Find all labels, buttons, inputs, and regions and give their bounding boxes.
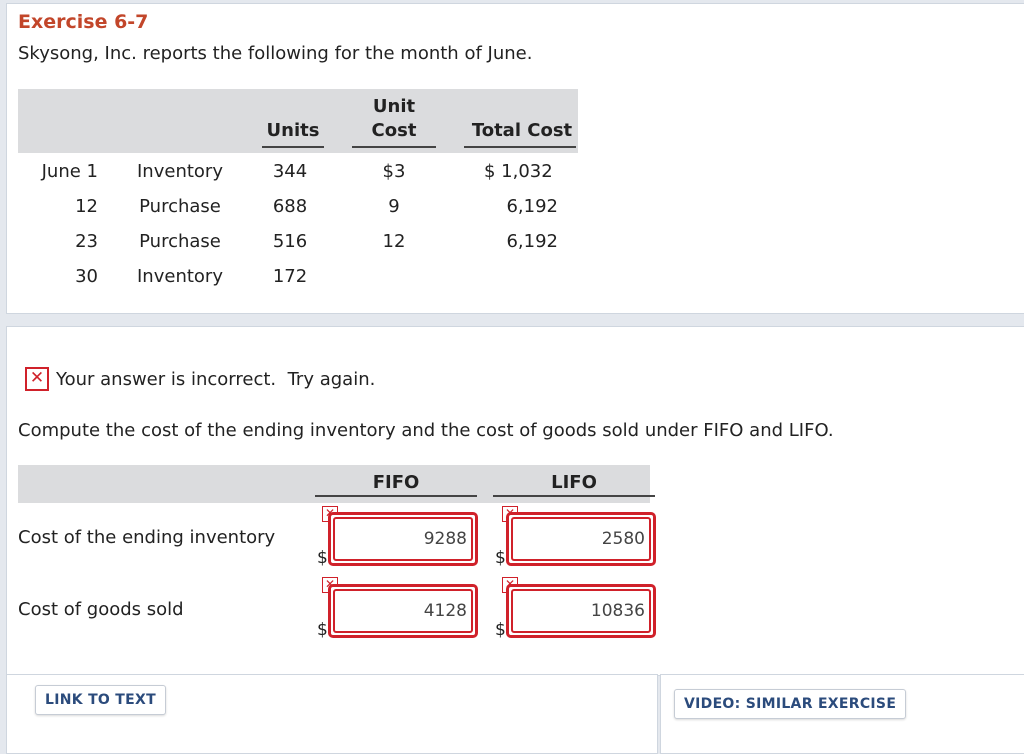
row-unit-cost: 9 [388, 196, 400, 217]
incorrect-x-icon: ✕ [25, 367, 49, 391]
row-total-cost: 6,192 [506, 196, 558, 217]
row-desc: Purchase [139, 231, 221, 252]
fifo-header: FIFO [372, 472, 420, 493]
cogs-label: Cost of goods sold [18, 599, 184, 620]
lifo-header: LIFO [551, 472, 597, 493]
lifo-ending-inventory-input[interactable] [511, 517, 651, 561]
row-date: 12 [75, 196, 98, 217]
fifo-header-underline [315, 495, 477, 497]
currency-symbol: $ [317, 548, 328, 568]
row-date: 30 [75, 266, 98, 287]
row-desc: Purchase [139, 196, 221, 217]
units-header: Units [266, 120, 320, 141]
unit-cost-header-underline [352, 146, 436, 148]
row-units: 688 [272, 196, 308, 217]
question-text: Compute the cost of the ending inventory… [18, 420, 834, 441]
row-units: 344 [272, 161, 308, 182]
feedback-message: ✕ Your answer is incorrect. Try again. [25, 367, 375, 391]
fifo-cogs-input[interactable] [333, 589, 473, 633]
lifo-cogs-input[interactable] [511, 589, 651, 633]
fifo-cogs-field [328, 584, 478, 638]
row-total-cost: 6,192 [506, 231, 558, 252]
fifo-ending-inventory-input[interactable] [333, 517, 473, 561]
currency-symbol: $ [495, 548, 506, 568]
row-desc: Inventory [137, 266, 223, 287]
row-date: June 1 [41, 161, 98, 182]
row-desc: Inventory [137, 161, 223, 182]
row-date: 23 [75, 231, 98, 252]
total-cost-header-underline [464, 146, 576, 148]
row-units: 516 [272, 231, 308, 252]
exercise-title: Exercise 6-7 [18, 11, 149, 33]
units-header-underline [262, 146, 324, 148]
row-total-cost: $ 1,032 [484, 161, 553, 182]
ending-inventory-label: Cost of the ending inventory [18, 527, 276, 548]
row-unit-cost: $3 [382, 161, 406, 182]
lifo-ending-inventory-field [506, 512, 656, 566]
fifo-ending-inventory-field [328, 512, 478, 566]
unit-cost-header-line2: Cost [371, 120, 417, 141]
currency-symbol: $ [317, 620, 328, 640]
row-units: 172 [272, 266, 308, 287]
problem-intro: Skysong, Inc. reports the following for … [18, 43, 533, 64]
link-to-text-button[interactable]: LINK TO TEXT [35, 685, 166, 715]
unit-cost-header-line1: Unit [372, 96, 416, 117]
total-cost-header: Total Cost [471, 120, 573, 141]
video-similar-exercise-button[interactable]: VIDEO: SIMILAR EXERCISE [674, 689, 907, 719]
currency-symbol: $ [495, 620, 506, 640]
lifo-header-underline [493, 495, 655, 497]
feedback-text: Your answer is incorrect. Try again. [56, 368, 376, 390]
lifo-cogs-field [506, 584, 656, 638]
row-unit-cost: 12 [382, 231, 406, 252]
